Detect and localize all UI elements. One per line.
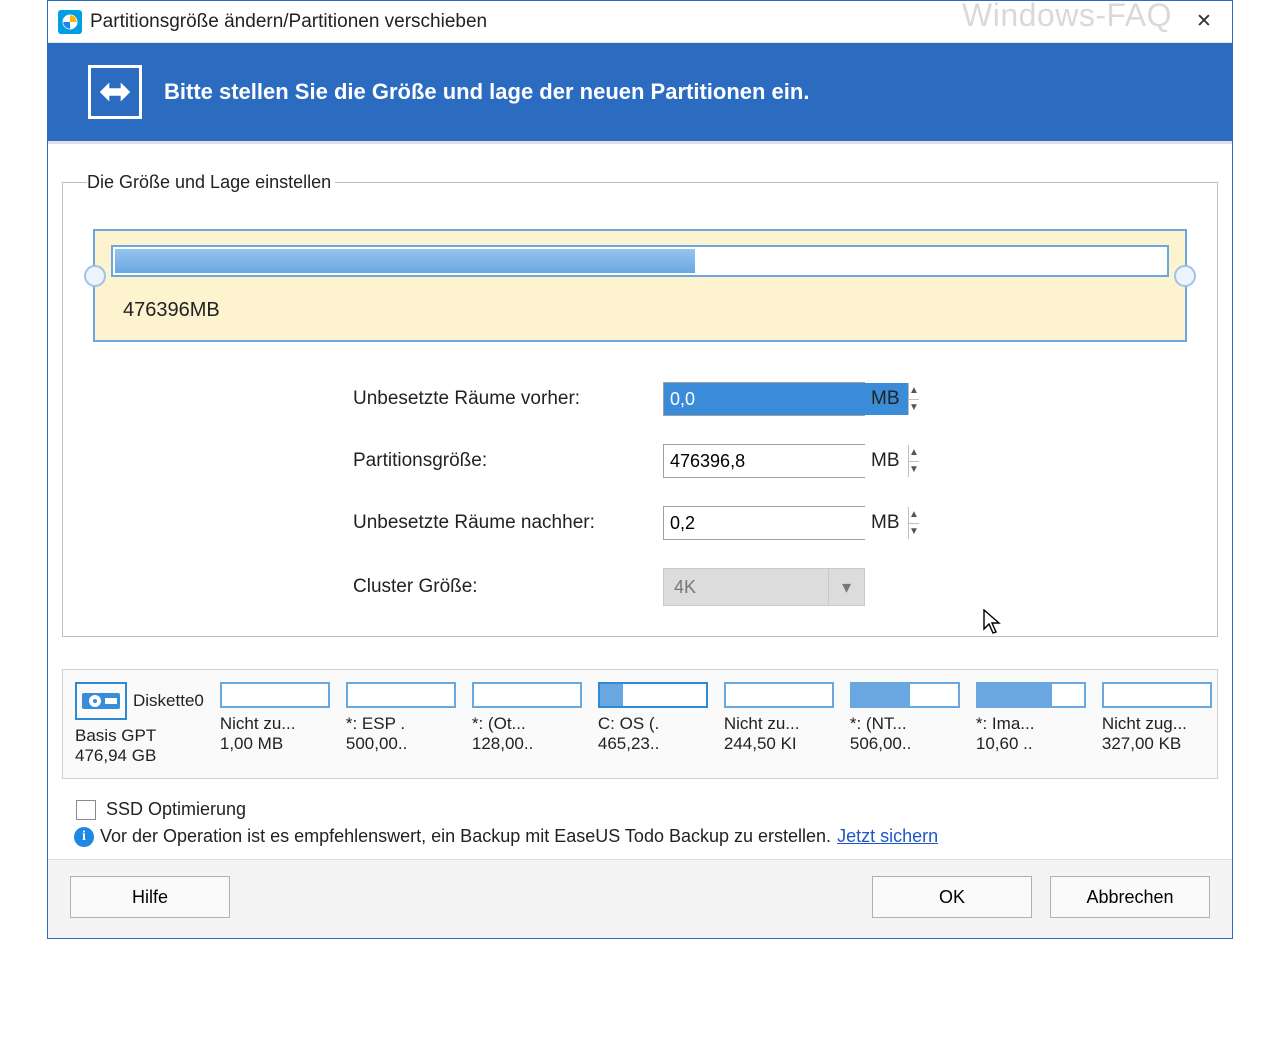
partition-item[interactable]: *: ESP .500,00.. [342,678,460,770]
ssd-optimization-checkbox[interactable] [76,800,96,820]
dialog-buttons: Hilfe OK Abbrechen [48,859,1232,938]
instruction-banner: Bitte stellen Sie die Größe und lage der… [48,43,1232,144]
close-button[interactable]: ✕ [1184,4,1224,40]
fieldset-legend: Die Größe und Lage einstellen [87,172,335,193]
partition-item[interactable]: *: (Ot...128,00.. [468,678,586,770]
instruction-text: Bitte stellen Sie die Größe und lage der… [164,79,809,105]
partition-size-label: Partitionsgröße: [353,450,663,472]
backup-now-link[interactable]: Jetzt sichern [837,826,938,847]
partition-slider[interactable]: 476396MB [93,229,1187,342]
partition-size: 500,00.. [346,734,456,754]
partition-item[interactable]: *: (NT...506,00.. [846,678,964,770]
ssd-optimization-label: SSD Optimierung [106,799,246,820]
backup-info-text: Vor der Operation ist es empfehlenswert,… [100,826,831,847]
partition-size: 10,60 .. [976,734,1086,754]
partition-size: 327,00 KB [1102,734,1212,754]
unit-label: MB [871,388,900,410]
disk-name: Diskette0 [133,691,204,711]
partition-size: 506,00.. [850,734,960,754]
partition-item[interactable]: Nicht zu...244,50 KI [720,678,838,770]
partition-bar [1102,682,1212,708]
space-after-label: Unbesetzte Räume nachher: [353,512,663,534]
partition-label: Nicht zug... [1102,714,1212,734]
partition-label: C: OS (. [598,714,708,734]
slider-handle-left[interactable] [84,265,106,287]
disk-type: Basis GPT [75,726,204,746]
partition-size-up[interactable]: ▲ [909,445,919,462]
slider-fill [115,249,695,273]
partition-size-input[interactable]: ▲ ▼ [663,444,865,478]
content-area: Die Größe und Lage einstellen 476396MB U… [48,144,1232,647]
space-before-down[interactable]: ▼ [909,400,919,416]
partition-label: *: (NT... [850,714,960,734]
unit-label: MB [871,450,900,472]
partition-bar [850,682,960,708]
slider-track[interactable] [111,245,1169,277]
space-before-input[interactable]: ▲ ▼ [663,382,865,416]
partition-size: 1,00 MB [220,734,330,754]
partition-item[interactable]: *: Ima...10,60 .. [972,678,1090,770]
partition-label: *: (Ot... [472,714,582,734]
size-fieldset: Die Größe und Lage einstellen 476396MB U… [62,172,1218,637]
window-title: Partitionsgröße ändern/Partitionen versc… [90,11,1184,33]
partition-size: 128,00.. [472,734,582,754]
partition-bar [472,682,582,708]
resize-icon [88,65,142,119]
space-before-label: Unbesetzte Räume vorher: [353,388,663,410]
cluster-size-label: Cluster Größe: [353,576,663,598]
space-after-down[interactable]: ▼ [909,524,919,540]
cluster-size-select: 4K ▾ [663,568,865,606]
unit-label: MB [871,512,900,534]
titlebar: Partitionsgröße ändern/Partitionen versc… [48,1,1232,43]
help-button[interactable]: Hilfe [70,876,230,918]
slider-size-label: 476396MB [111,299,1169,322]
space-after-up[interactable]: ▲ [909,507,919,524]
partition-item[interactable]: Nicht zug...327,00 KB [1098,678,1216,770]
partition-size: 244,50 KI [724,734,834,754]
chevron-down-icon: ▾ [828,569,864,605]
partition-bar [976,682,1086,708]
partition-item[interactable]: Nicht zu...1,00 MB [216,678,334,770]
app-icon [58,10,82,34]
partition-label: Nicht zu... [724,714,834,734]
partition-bar [346,682,456,708]
footer: SSD Optimierung i Vor der Operation ist … [62,799,1218,859]
partition-bar [724,682,834,708]
partition-bar [598,682,708,708]
partition-size-down[interactable]: ▼ [909,462,919,478]
slider-handle-right[interactable] [1174,265,1196,287]
disk-overview: Diskette0 Basis GPT 476,94 GB Nicht zu..… [62,669,1218,779]
disk-header: Diskette0 Basis GPT 476,94 GB [69,678,208,770]
disk-capacity: 476,94 GB [75,746,204,766]
disk-icon [75,682,127,720]
partition-size: 465,23.. [598,734,708,754]
info-icon: i [74,827,94,847]
partition-item[interactable]: C: OS (.465,23.. [594,678,712,770]
space-before-up[interactable]: ▲ [909,383,919,400]
partition-label: Nicht zu... [220,714,330,734]
partition-label: *: Ima... [976,714,1086,734]
ok-button[interactable]: OK [872,876,1032,918]
partition-bar [220,682,330,708]
cancel-button[interactable]: Abbrechen [1050,876,1210,918]
space-after-input[interactable]: ▲ ▼ [663,506,865,540]
cluster-size-value: 4K [674,577,696,598]
partition-label: *: ESP . [346,714,456,734]
